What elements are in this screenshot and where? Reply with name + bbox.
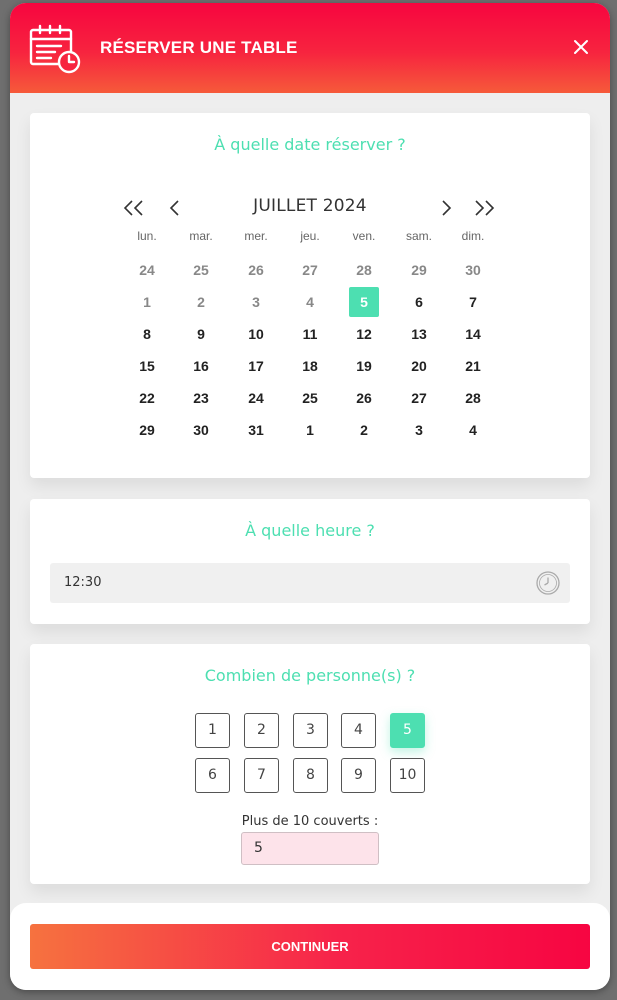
calendar-day[interactable]: 12 [349, 319, 379, 349]
calendar-day[interactable]: 14 [458, 319, 488, 349]
next-year-icon[interactable] [468, 197, 498, 219]
calendar-day[interactable]: 26 [349, 383, 379, 413]
modal-header: RÉSERVER UNE TABLE [10, 3, 610, 93]
calendar-day[interactable]: 1 [295, 415, 325, 445]
calendar-day[interactable]: 26 [241, 255, 271, 285]
guest-count-option[interactable]: 1 [195, 713, 230, 748]
guest-count-option[interactable]: 10 [390, 758, 425, 793]
more-guests-value: 5 [254, 840, 263, 856]
people-card: Combien de personne(s) ? 1 2 3 4 5 6 7 8 9 10 Plu… [30, 644, 590, 884]
guest-count-option[interactable]: 5 [390, 713, 425, 748]
calendar-day[interactable]: 28 [458, 383, 488, 413]
weekday-label: jeu. [300, 229, 320, 243]
calendar-day[interactable]: 3 [404, 415, 434, 445]
guest-count-option[interactable]: 8 [293, 758, 328, 793]
weekday-label: ven. [352, 229, 376, 243]
continue-button[interactable]: CONTINUER [30, 924, 590, 969]
guest-count-option[interactable]: 7 [244, 758, 279, 793]
calendar-day[interactable]: 29 [132, 415, 162, 445]
calendar-day[interactable]: 17 [241, 351, 271, 381]
calendar-day[interactable]: 2 [186, 287, 216, 317]
calendar-day[interactable]: 11 [295, 319, 325, 349]
clock-icon[interactable] [535, 570, 561, 596]
booking-modal: RÉSERVER UNE TABLE À quelle date réserve… [10, 3, 610, 990]
date-card: À quelle date réserver ? JUILLET 2024 lu… [30, 113, 590, 478]
calendar-day[interactable]: 28 [349, 255, 379, 285]
calendar-day[interactable]: 13 [404, 319, 434, 349]
next-month-icon[interactable] [434, 197, 464, 219]
calendar-day[interactable]: 4 [295, 287, 325, 317]
calendar-day[interactable]: 16 [186, 351, 216, 381]
calendar-day[interactable]: 4 [458, 415, 488, 445]
calendar-month: JUILLET [253, 196, 318, 216]
calendar-day[interactable]: 1 [132, 287, 162, 317]
calendar-day[interactable]: 29 [404, 255, 434, 285]
more-guests-label: Plus de 10 couverts : [241, 814, 379, 829]
guest-count-option[interactable]: 2 [244, 713, 279, 748]
calendar-day[interactable]: 6 [404, 287, 434, 317]
modal-footer: CONTINUER [10, 903, 610, 990]
calendar-day[interactable]: 10 [241, 319, 271, 349]
modal-title: RÉSERVER UNE TABLE [100, 38, 298, 57]
calendar-day[interactable]: 9 [186, 319, 216, 349]
weekday-label: lun. [137, 229, 157, 243]
time-input[interactable]: 12:30 [50, 563, 570, 603]
calendar-day[interactable]: 23 [186, 383, 216, 413]
weekday-label: mar. [189, 229, 213, 243]
calendar-day[interactable]: 8 [132, 319, 162, 349]
calendar-day[interactable]: 18 [295, 351, 325, 381]
guest-count-option[interactable]: 9 [341, 758, 376, 793]
more-guests-input[interactable]: 5 [241, 832, 379, 865]
calendar-day[interactable]: 3 [241, 287, 271, 317]
time-card: À quelle heure ? 12:30 [30, 499, 590, 624]
guest-count-option[interactable]: 3 [293, 713, 328, 748]
month-year-label[interactable]: JUILLET 2024 [30, 196, 590, 216]
calendar-day[interactable]: 25 [295, 383, 325, 413]
guest-count-option[interactable]: 6 [195, 758, 230, 793]
calendar-day[interactable]: 20 [404, 351, 434, 381]
calendar-day[interactable]: 27 [295, 255, 325, 285]
close-icon[interactable] [570, 36, 592, 58]
calendar-clock-icon [29, 24, 81, 74]
people-section-title: Combien de personne(s) ? [204, 666, 416, 685]
weekday-label: sam. [405, 229, 432, 243]
calendar-day[interactable]: 31 [241, 415, 271, 445]
calendar-day[interactable]: 25 [186, 255, 216, 285]
calendar-day[interactable]: 24 [132, 255, 162, 285]
weekday-label: dim. [461, 229, 485, 243]
weekday-label: mer. [244, 229, 268, 243]
calendar-day[interactable]: 19 [349, 351, 379, 381]
calendar-day[interactable]: 5 [349, 287, 379, 317]
calendar-day[interactable]: 30 [186, 415, 216, 445]
time-value: 12:30 [64, 575, 102, 590]
time-section-title: À quelle heure ? [245, 521, 375, 540]
calendar-day[interactable]: 24 [241, 383, 271, 413]
calendar-year: 2024 [322, 196, 367, 216]
calendar-day[interactable]: 7 [458, 287, 488, 317]
calendar-day[interactable]: 2 [349, 415, 379, 445]
calendar-day[interactable]: 21 [458, 351, 488, 381]
calendar-day[interactable]: 15 [132, 351, 162, 381]
guest-count-option[interactable]: 4 [341, 713, 376, 748]
calendar-day[interactable]: 22 [132, 383, 162, 413]
date-section-title: À quelle date réserver ? [214, 135, 406, 154]
calendar-day[interactable]: 30 [458, 255, 488, 285]
calendar-day[interactable]: 27 [404, 383, 434, 413]
